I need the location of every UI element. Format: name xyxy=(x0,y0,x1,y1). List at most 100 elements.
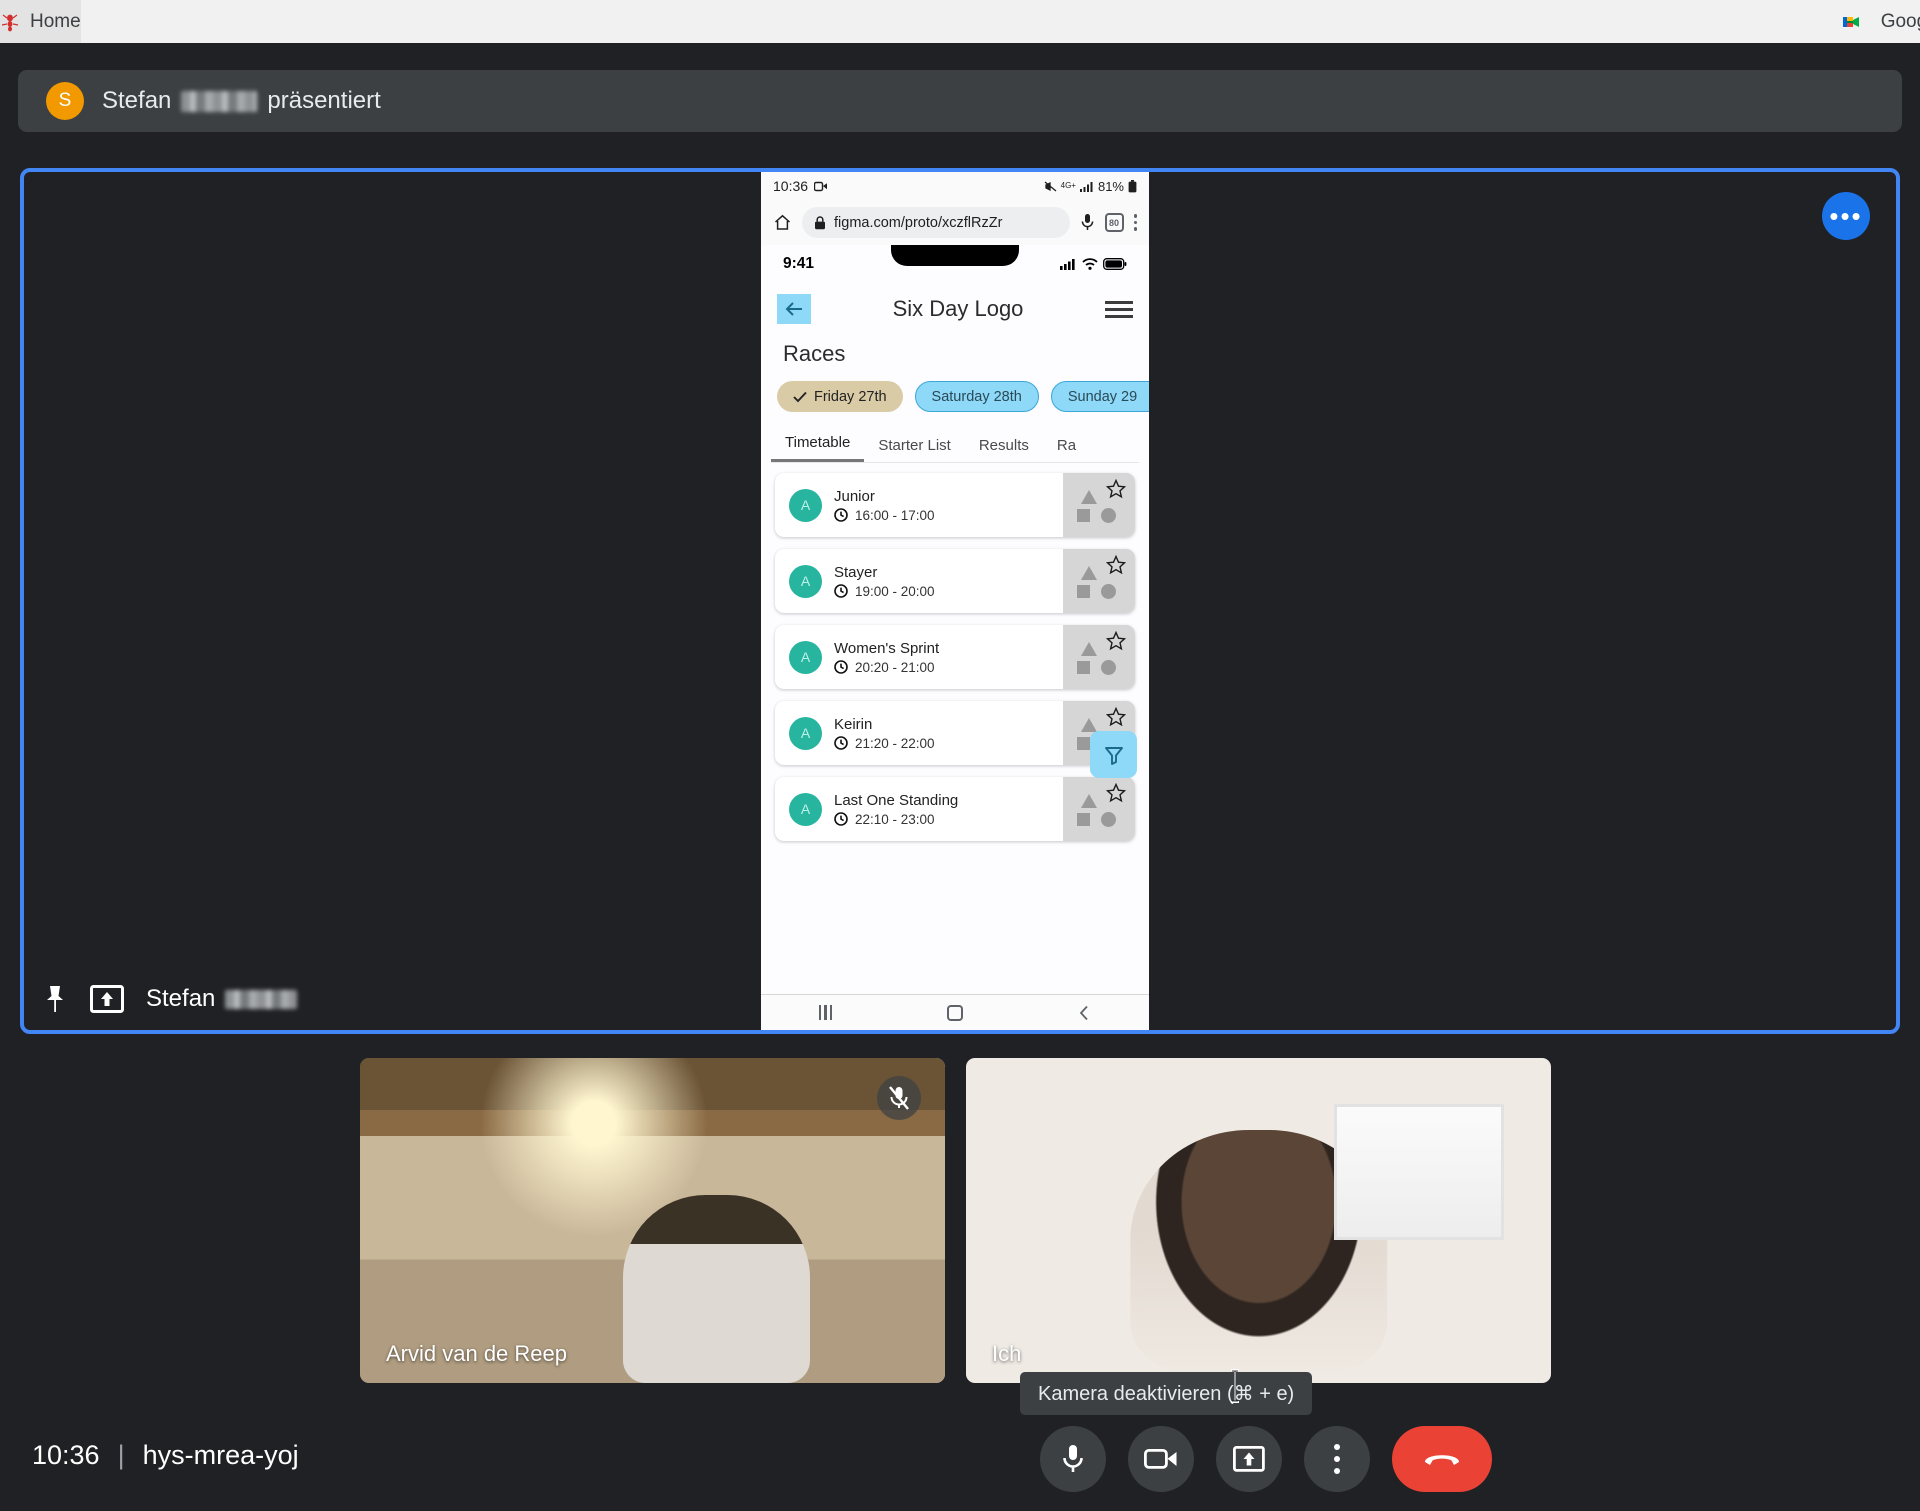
presenting-banner: S Stefan präsentiert xyxy=(18,70,1902,132)
triangle-icon xyxy=(1081,718,1097,732)
race-row[interactable]: A Stayer 19:00 - 20:00 xyxy=(775,549,1135,613)
url-text: figma.com/proto/xczflRzZr xyxy=(834,214,1003,231)
browser-tab-strip: Home Google Meet xyxy=(0,0,1920,43)
race-shapes-panel[interactable] xyxy=(1063,625,1135,689)
participant-tile-self[interactable]: Ich xyxy=(966,1058,1551,1383)
participant-name-label: Ich xyxy=(992,1341,1022,1366)
presenting-verb: präsentiert xyxy=(267,87,381,114)
microphone-icon xyxy=(1063,1445,1083,1472)
overflow-menu-icon[interactable] xyxy=(1133,214,1137,231)
back-arrow-icon[interactable] xyxy=(777,294,811,324)
leave-call-button[interactable] xyxy=(1392,1426,1492,1492)
tab-timetable-label: Timetable xyxy=(785,434,851,451)
race-shapes-panel[interactable] xyxy=(1063,473,1135,537)
race-shapes-panel[interactable] xyxy=(1063,549,1135,613)
microphone-icon[interactable] xyxy=(1080,213,1095,232)
race-avatar-initial: A xyxy=(800,649,811,665)
tab-results[interactable]: Results xyxy=(965,437,1043,462)
race-name: Women's Sprint xyxy=(834,639,940,657)
present-button[interactable] xyxy=(1216,1426,1282,1492)
day-chip-friday-label: Friday 27th xyxy=(814,388,887,405)
cellular-icon xyxy=(1060,259,1075,270)
race-row[interactable]: A Last One Standing 22:10 - 23:00 xyxy=(775,777,1135,841)
day-chip-saturday-label: Saturday 28th xyxy=(931,388,1022,405)
tab-count-icon[interactable]: 80 xyxy=(1104,213,1124,232)
presenting-banner-text: Stefan präsentiert xyxy=(102,87,381,115)
home-icon[interactable] xyxy=(773,213,792,232)
race-time: 19:00 - 20:00 xyxy=(834,584,1063,599)
hamburger-menu-icon[interactable] xyxy=(1104,300,1133,318)
presenter-first-name: Stefan xyxy=(102,87,172,114)
figma-prototype-viewport[interactable]: 9:41 Six Day Logo Races Friday 27th Satu… xyxy=(761,245,1149,994)
clock-icon xyxy=(834,584,848,598)
star-outline-icon[interactable] xyxy=(1106,479,1126,499)
star-outline-icon[interactable] xyxy=(1106,707,1126,727)
race-avatar-initial: A xyxy=(800,801,811,817)
present-screen-icon[interactable] xyxy=(90,985,124,1013)
square-icon xyxy=(1077,509,1090,522)
back-icon[interactable] xyxy=(1078,1005,1091,1021)
separator: | xyxy=(117,1440,125,1470)
prototype-title: Six Day Logo xyxy=(892,296,1024,321)
participant-tile-arvid[interactable]: Arvid van de Reep xyxy=(360,1058,945,1383)
day-chip-row: Friday 27th Saturday 28th Sunday 29 xyxy=(761,377,1149,412)
race-avatar: A xyxy=(789,640,822,674)
presented-tile-first-name: Stefan xyxy=(146,985,216,1012)
day-chip-sunday[interactable]: Sunday 29 xyxy=(1050,381,1149,412)
race-row[interactable]: A Junior 16:00 - 17:00 xyxy=(775,473,1135,537)
muted-microphone-badge xyxy=(877,1076,921,1120)
camera-button[interactable] xyxy=(1128,1426,1194,1492)
race-name: Keirin xyxy=(834,715,873,733)
clock-icon xyxy=(834,736,848,750)
circle-icon xyxy=(1101,660,1116,675)
google-meet-icon xyxy=(1842,16,1859,27)
browser-tab-google-meet[interactable]: Google Meet xyxy=(80,0,1920,43)
filter-funnel-icon[interactable] xyxy=(1090,731,1137,778)
more-vertical-icon xyxy=(1334,1444,1340,1474)
tile-more-options-button[interactable]: ••• xyxy=(1822,192,1870,240)
tab-results-label: Results xyxy=(978,437,1029,454)
clock-icon xyxy=(834,812,848,826)
more-options-button[interactable] xyxy=(1304,1426,1370,1492)
mute-slash-icon xyxy=(1044,180,1057,192)
star-outline-icon[interactable] xyxy=(1106,631,1126,651)
race-avatar: A xyxy=(789,488,822,522)
triangle-icon xyxy=(1081,566,1097,580)
star-outline-icon[interactable] xyxy=(1106,555,1126,575)
day-chip-friday[interactable]: Friday 27th xyxy=(777,381,903,412)
browser-tab-home-label: Home xyxy=(30,10,81,32)
presented-screen-tile[interactable]: ••• 10:36 4G+ 81% figma.com/proto/xczflR… xyxy=(20,168,1900,1034)
clock-icon xyxy=(834,508,848,522)
tab-ranking-label: Ra xyxy=(1056,437,1077,454)
prototype-nav-bar: Six Day Logo xyxy=(761,283,1149,335)
day-chip-sunday-label: Sunday 29 xyxy=(1067,388,1138,405)
tab-ranking-truncated[interactable]: Ra xyxy=(1043,437,1090,462)
star-outline-icon[interactable] xyxy=(1106,783,1126,803)
redacted-last-name xyxy=(225,989,298,1009)
tab-timetable[interactable]: Timetable xyxy=(771,434,865,462)
square-icon xyxy=(1077,813,1090,826)
race-time-label: 19:00 - 20:00 xyxy=(855,583,935,599)
browser-tab-home[interactable]: Home xyxy=(0,0,81,43)
android-navigation-bar xyxy=(761,994,1149,1030)
race-shapes-panel[interactable] xyxy=(1063,777,1135,841)
camera-button-tooltip: Kamera deaktivieren (⌘ + e) xyxy=(1020,1372,1313,1415)
meeting-info: 10:36 | hys-mrea-yoj xyxy=(32,1440,299,1471)
microphone-button[interactable] xyxy=(1040,1426,1106,1492)
day-chip-saturday[interactable]: Saturday 28th xyxy=(914,381,1039,412)
triangle-icon xyxy=(1081,642,1097,656)
recents-icon[interactable] xyxy=(818,1005,833,1020)
network-type-label: 4G+ xyxy=(1060,181,1076,190)
race-row[interactable]: A Women's Sprint 20:20 - 21:00 xyxy=(775,625,1135,689)
tab-starter-list[interactable]: Starter List xyxy=(864,437,965,462)
redacted-last-name xyxy=(181,90,258,112)
home-icon[interactable] xyxy=(947,1004,964,1021)
race-avatar-initial: A xyxy=(800,725,811,741)
pin-icon[interactable] xyxy=(42,984,68,1014)
race-row[interactable]: A Keirin 21:20 - 22:00 xyxy=(775,701,1135,765)
circle-icon xyxy=(1101,584,1116,599)
url-input[interactable]: figma.com/proto/xczflRzZr xyxy=(802,207,1070,238)
wifi-icon xyxy=(1082,258,1098,270)
square-icon xyxy=(1077,585,1090,598)
shared-phone-screen: 10:36 4G+ 81% figma.com/proto/xczflRzZr … xyxy=(761,172,1149,1030)
